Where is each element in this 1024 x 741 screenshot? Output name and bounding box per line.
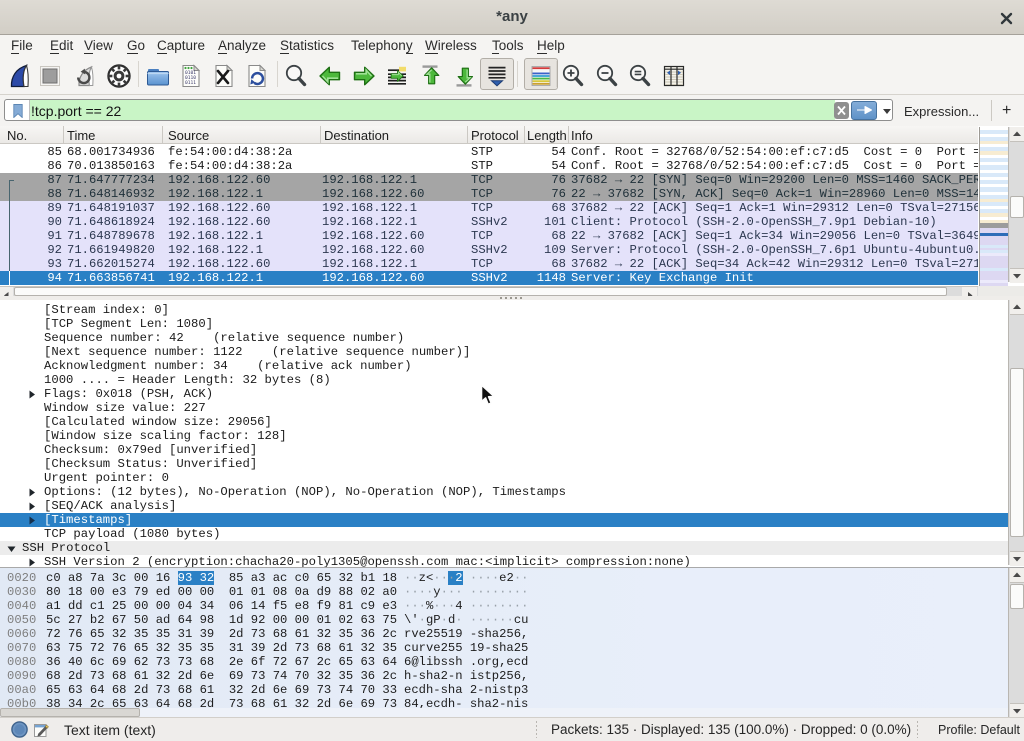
svg-text:0111: 0111 xyxy=(185,80,196,86)
